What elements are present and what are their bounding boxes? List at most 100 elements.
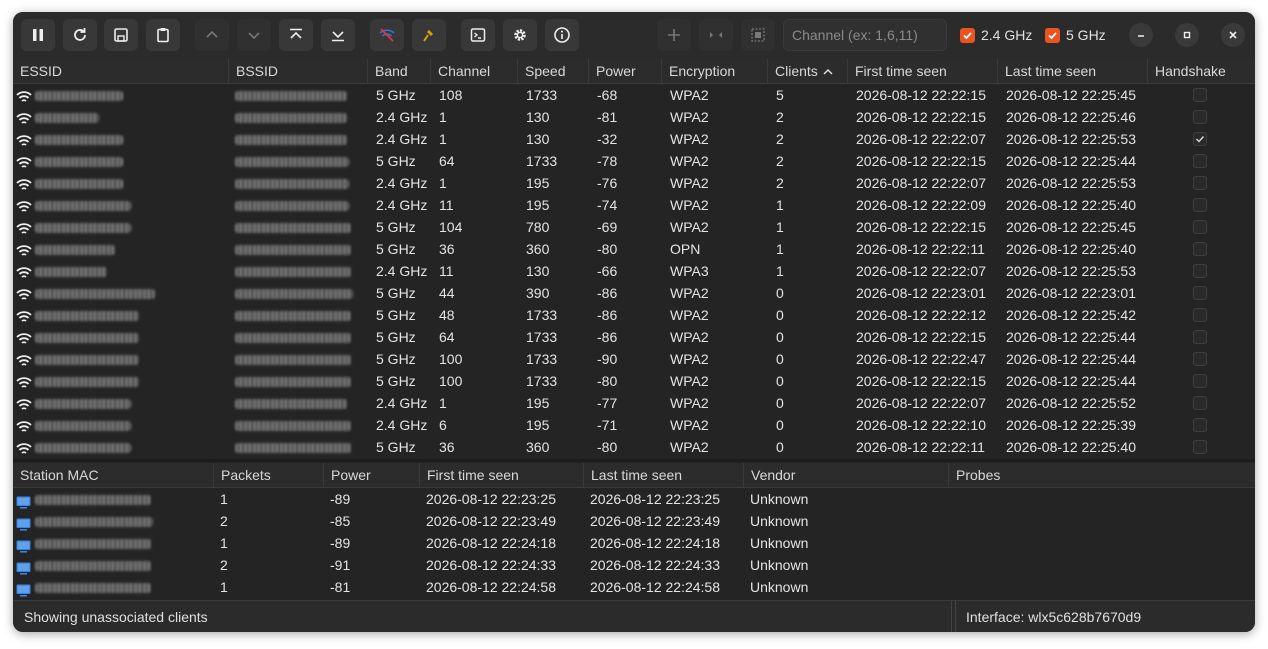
table-row[interactable]: 2 -85 2026-08-12 22:23:49 2026-08-12 22:23:…	[13, 510, 1255, 532]
handshake-checkbox[interactable]	[1193, 220, 1207, 234]
table-row[interactable]: 2.4 GHz 11 195 -74 WPA2 1 2026-08-12 22:22:09 2…	[13, 194, 1255, 216]
column-header[interactable]: Power	[324, 463, 420, 487]
table-row[interactable]: 5 GHz 36 360 -80 OPN 1 2026-08-12 22:22:11 2026…	[13, 238, 1255, 260]
table-row[interactable]: 2.4 GHz 1 130 -81 WPA2 2 2026-08-12 22:22:15 20…	[13, 106, 1255, 128]
select-button[interactable]	[741, 19, 775, 51]
table-row[interactable]: 1 -89 2026-08-12 22:23:25 2026-08-12 22:23:…	[13, 488, 1255, 510]
column-header[interactable]: Probes	[949, 463, 1255, 487]
maximize-button[interactable]	[1175, 23, 1199, 47]
add-button[interactable]	[657, 19, 691, 51]
scroll-bottom-button[interactable]	[321, 19, 355, 51]
move-up-button[interactable]	[195, 19, 229, 51]
pane-splitter[interactable]	[13, 459, 1255, 462]
table-row[interactable]: 2.4 GHz 6 195 -71 WPA2 0 2026-08-12 22:22:10 20…	[13, 414, 1255, 436]
handshake-checkbox[interactable]	[1193, 308, 1207, 322]
attack-button[interactable]	[412, 19, 446, 51]
column-header[interactable]: Handshake	[1148, 59, 1255, 83]
first-seen-cell: 2026-08-12 22:22:15	[856, 153, 986, 169]
handshake-checkbox[interactable]	[1193, 110, 1207, 124]
save-button[interactable]	[104, 19, 138, 51]
table-row[interactable]: 1 -81 2026-08-12 22:24:58 2026-08-12 22:24:…	[13, 576, 1255, 598]
handshake-checkbox[interactable]	[1193, 176, 1207, 190]
band-cell: 2.4 GHz	[376, 109, 428, 125]
table-row[interactable]: 5 GHz 36 360 -80 WPA2 0 2026-08-12 22:22:11 202…	[13, 436, 1255, 458]
column-header[interactable]: Band	[368, 59, 431, 83]
clients-cell: 0	[776, 417, 784, 433]
collapse-button[interactable]	[699, 19, 733, 51]
column-header[interactable]: Clients	[768, 59, 848, 83]
close-button[interactable]	[1221, 23, 1245, 47]
speed-cell: 195	[526, 395, 550, 411]
column-header-label: Speed	[525, 63, 566, 79]
handshake-checkbox[interactable]	[1193, 396, 1207, 410]
band-24-toggle[interactable]: 2.4 GHz	[960, 27, 1032, 43]
column-header[interactable]: Station MAC	[13, 463, 214, 487]
table-row[interactable]: 5 GHz 100 1733 -80 WPA2 0 2026-08-12 22:22:15 2…	[13, 370, 1255, 392]
handshake-checkbox[interactable]	[1193, 352, 1207, 366]
handshake-checkbox[interactable]	[1193, 440, 1207, 454]
power-cell: -32	[597, 131, 618, 147]
handshake-checkbox[interactable]	[1193, 374, 1207, 388]
clipboard-button[interactable]	[146, 19, 180, 51]
redacted-essid	[35, 311, 139, 322]
handshake-checkbox[interactable]	[1193, 330, 1207, 344]
column-header[interactable]: Encryption	[662, 59, 768, 83]
power-cell: -80	[597, 373, 618, 389]
redacted-bssid	[235, 421, 351, 432]
table-row[interactable]: 2.4 GHz 1 195 -77 WPA2 0 2026-08-12 22:22:07 20…	[13, 392, 1255, 414]
column-header[interactable]: Power	[589, 59, 662, 83]
column-header[interactable]: Last time seen	[998, 59, 1148, 83]
table-row[interactable]: 5 GHz 48 1733 -86 WPA2 0 2026-08-12 22:22:12 20…	[13, 304, 1255, 326]
table-row[interactable]: 5 GHz 64 1733 -78 WPA2 2 2026-08-12 22:22:15 20…	[13, 150, 1255, 172]
band-cell: 5 GHz	[376, 307, 416, 323]
table-row[interactable]: 5 GHz 108 1733 -68 WPA2 5 2026-08-12 22:22:15 2…	[13, 84, 1255, 106]
scroll-top-button[interactable]	[279, 19, 313, 51]
handshake-checkbox[interactable]	[1193, 286, 1207, 300]
table-row[interactable]: 2.4 GHz 11 130 -66 WPA3 1 2026-08-12 22:22:07 2…	[13, 260, 1255, 282]
bssid-cell	[229, 84, 368, 106]
handshake-checkbox[interactable]	[1193, 264, 1207, 278]
move-down-button[interactable]	[237, 19, 271, 51]
last-seen-cell: 2026-08-12 22:25:52	[1006, 395, 1136, 411]
minimize-button[interactable]	[1129, 23, 1153, 47]
table-row[interactable]: 5 GHz 44 390 -86 WPA2 0 2026-08-12 22:23:01 202…	[13, 282, 1255, 304]
column-header[interactable]: ESSID	[13, 59, 229, 83]
handshake-checkbox[interactable]	[1193, 198, 1207, 212]
checkbox-checked[interactable]	[960, 27, 975, 43]
column-header[interactable]: Channel	[431, 59, 518, 83]
table-row[interactable]: 2 -91 2026-08-12 22:24:33 2026-08-12 22:24:…	[13, 554, 1255, 576]
column-header[interactable]: Last time seen	[584, 463, 744, 487]
table-row[interactable]: 5 GHz 64 1733 -86 WPA2 0 2026-08-12 22:22:15 20…	[13, 326, 1255, 348]
redacted-bssid	[235, 201, 349, 212]
deauth-button[interactable]	[370, 19, 404, 51]
handshake-checkbox[interactable]	[1193, 242, 1207, 256]
handshake-checkbox[interactable]	[1193, 88, 1207, 102]
table-row[interactable]: 1 -89 2026-08-12 22:24:18 2026-08-12 22:24:…	[13, 532, 1255, 554]
settings-button[interactable]	[503, 19, 537, 51]
speed-cell: 360	[526, 439, 550, 455]
channel-filter-input[interactable]	[783, 19, 947, 51]
column-header[interactable]: Speed	[518, 59, 589, 83]
column-header[interactable]: Vendor	[744, 463, 949, 487]
column-header-label: Handshake	[1155, 63, 1226, 79]
table-row[interactable]: 2.4 GHz 1 130 -32 WPA2 2 2026-08-12 22:22:07 20…	[13, 128, 1255, 150]
refresh-button[interactable]	[63, 19, 97, 51]
column-header[interactable]: BSSID	[229, 59, 368, 83]
handshake-checkbox-checked[interactable]	[1193, 132, 1207, 146]
table-row[interactable]: 5 GHz 104 780 -69 WPA2 1 2026-08-12 22:22:15 20…	[13, 216, 1255, 238]
handshake-checkbox[interactable]	[1193, 154, 1207, 168]
pause-button[interactable]	[21, 19, 55, 51]
checkbox-checked[interactable]	[1045, 27, 1060, 43]
terminal-button[interactable]	[461, 19, 495, 51]
check-icon	[963, 31, 972, 39]
plus-icon	[668, 29, 680, 41]
column-header[interactable]: First time seen	[420, 463, 584, 487]
column-header[interactable]: Packets	[214, 463, 324, 487]
band-5-toggle[interactable]: 5 GHz	[1045, 27, 1106, 43]
handshake-checkbox[interactable]	[1193, 418, 1207, 432]
table-row[interactable]: 5 GHz 100 1733 -90 WPA2 0 2026-08-12 22:22:47 2…	[13, 348, 1255, 370]
table-row[interactable]: 2.4 GHz 1 195 -76 WPA2 2 2026-08-12 22:22:07 20…	[13, 172, 1255, 194]
encryption-cell: WPA2	[670, 197, 709, 213]
column-header[interactable]: First time seen	[848, 59, 998, 83]
about-button[interactable]	[545, 19, 579, 51]
